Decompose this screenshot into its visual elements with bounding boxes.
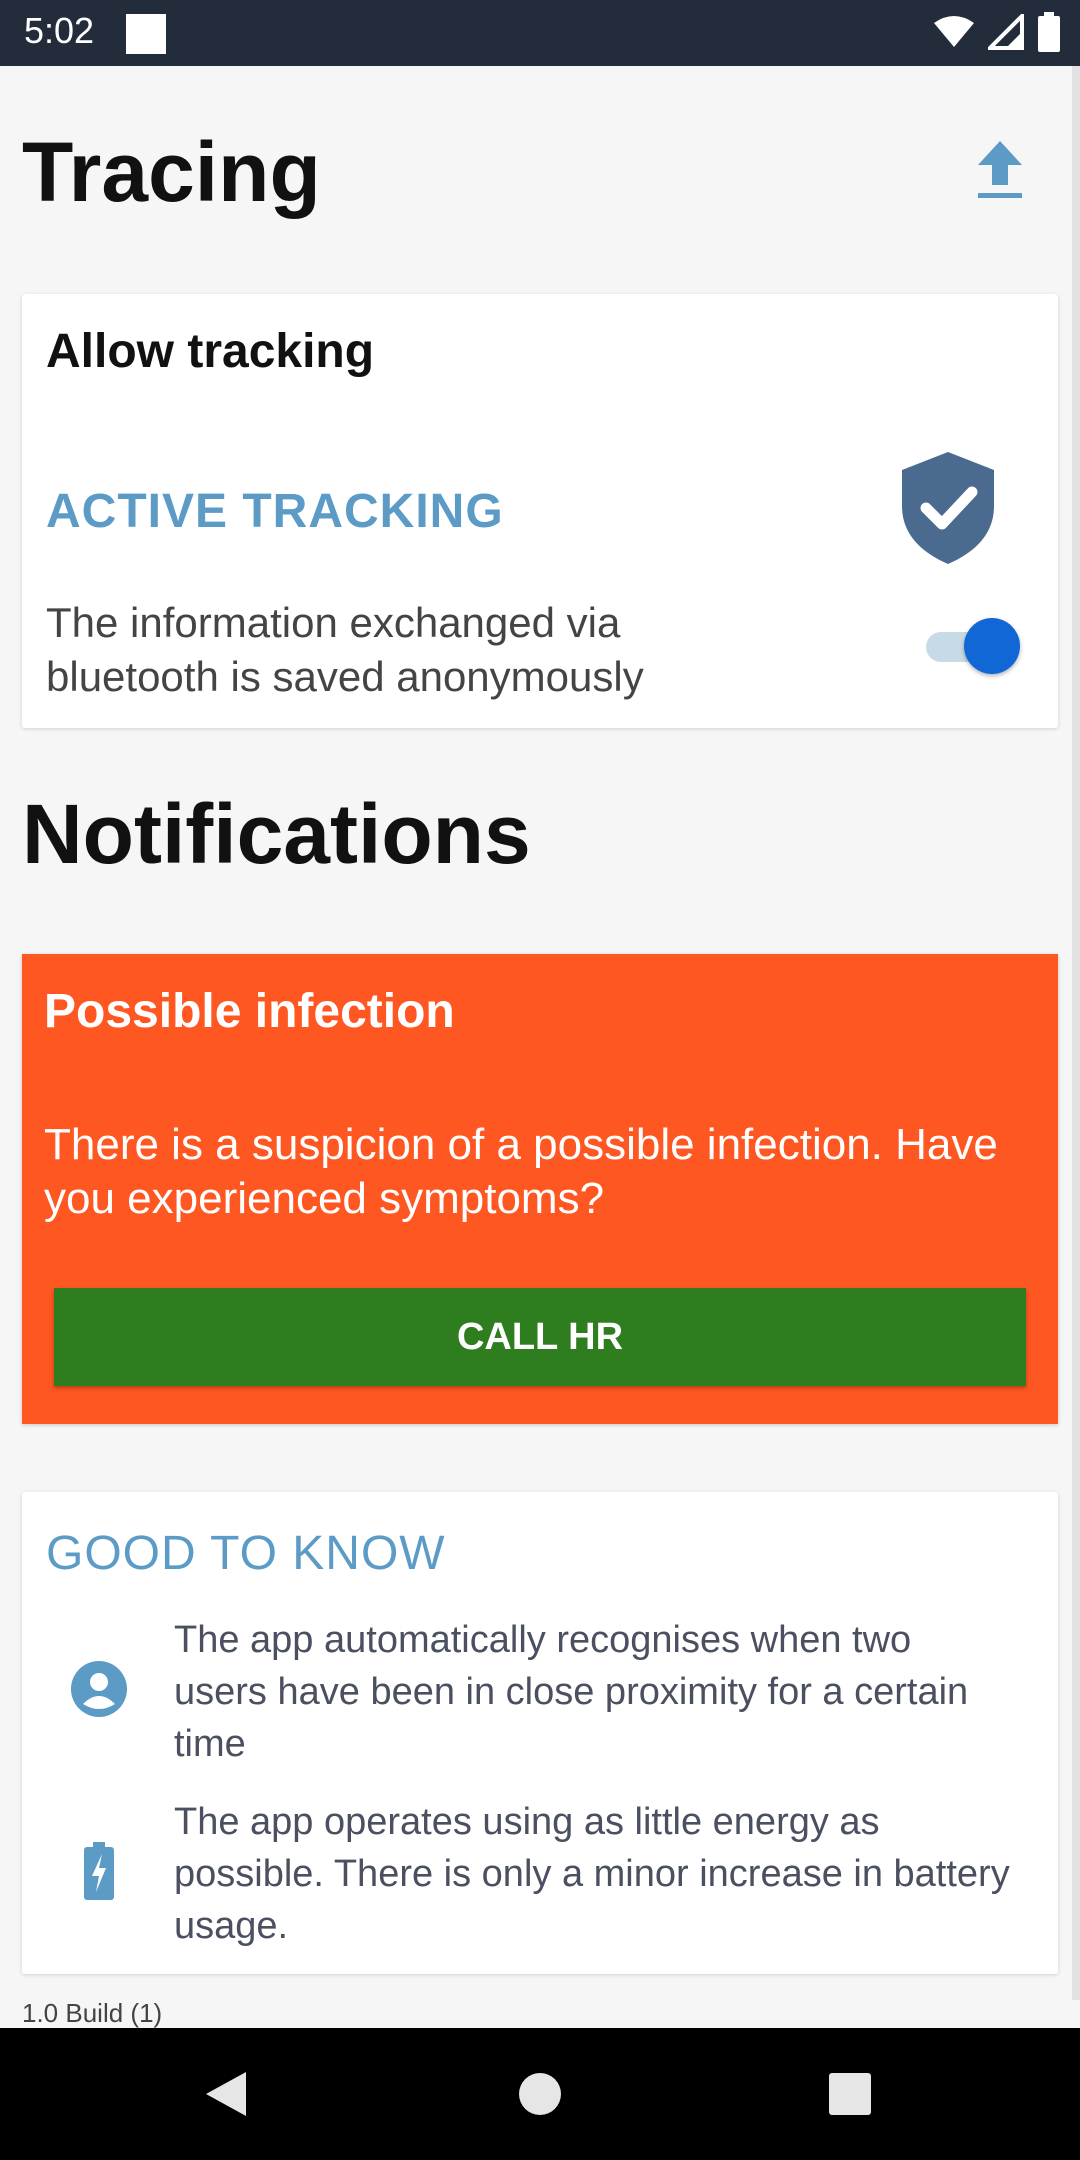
tracking-status-label: ACTIVE TRACKING: [46, 485, 504, 538]
infection-alert-card: Possible infection There is a suspicion …: [22, 954, 1058, 1424]
back-icon: [206, 2072, 246, 2116]
notification-icon: [126, 14, 166, 54]
upload-icon: [978, 141, 1022, 198]
status-time: 5:02: [24, 10, 95, 51]
tracking-card: Allow tracking ACTIVE TRACKING The infor…: [22, 294, 1058, 728]
wifi-icon: [934, 16, 974, 47]
tracking-card-title: Allow tracking: [46, 325, 375, 378]
back-button[interactable]: [194, 2062, 258, 2126]
battery-charging-icon: [68, 1840, 130, 1902]
notifications-title: Notifications: [22, 787, 531, 881]
tracking-description: The information exchanged via bluetooth …: [46, 599, 644, 700]
info-text-energy: The app operates using as little energy …: [174, 1801, 1010, 1947]
recents-icon: [829, 2073, 871, 2115]
upload-button[interactable]: [966, 136, 1034, 204]
home-button[interactable]: [508, 2062, 572, 2126]
infection-alert-message: There is a suspicion of a possible infec…: [44, 1120, 998, 1223]
tracking-toggle[interactable]: [920, 618, 1020, 674]
call-hr-button[interactable]: CALL HR: [54, 1288, 1026, 1386]
toggle-thumb: [964, 618, 1020, 674]
good-to-know-title: GOOD TO KNOW: [46, 1527, 446, 1580]
battery-icon: [1038, 12, 1060, 52]
home-icon: [519, 2073, 561, 2115]
good-to-know-card: GOOD TO KNOW The app automatically recog…: [22, 1492, 1058, 1974]
system-nav-bar: [0, 2028, 1080, 2160]
user-circle-icon: [68, 1658, 130, 1720]
shield-check-icon: [902, 452, 994, 564]
build-version: 1.0 Build (1): [22, 1998, 163, 2028]
info-text-proximity: The app automatically recognises when tw…: [174, 1619, 969, 1765]
recents-button[interactable]: [818, 2062, 882, 2126]
signal-icon: [988, 14, 1024, 50]
infection-alert-title: Possible infection: [44, 985, 455, 1038]
scrollbar[interactable]: [1072, 66, 1080, 2000]
status-bar: 5:02: [0, 0, 1080, 66]
status-icons: [934, 12, 1060, 52]
page-title: Tracing: [22, 125, 321, 219]
